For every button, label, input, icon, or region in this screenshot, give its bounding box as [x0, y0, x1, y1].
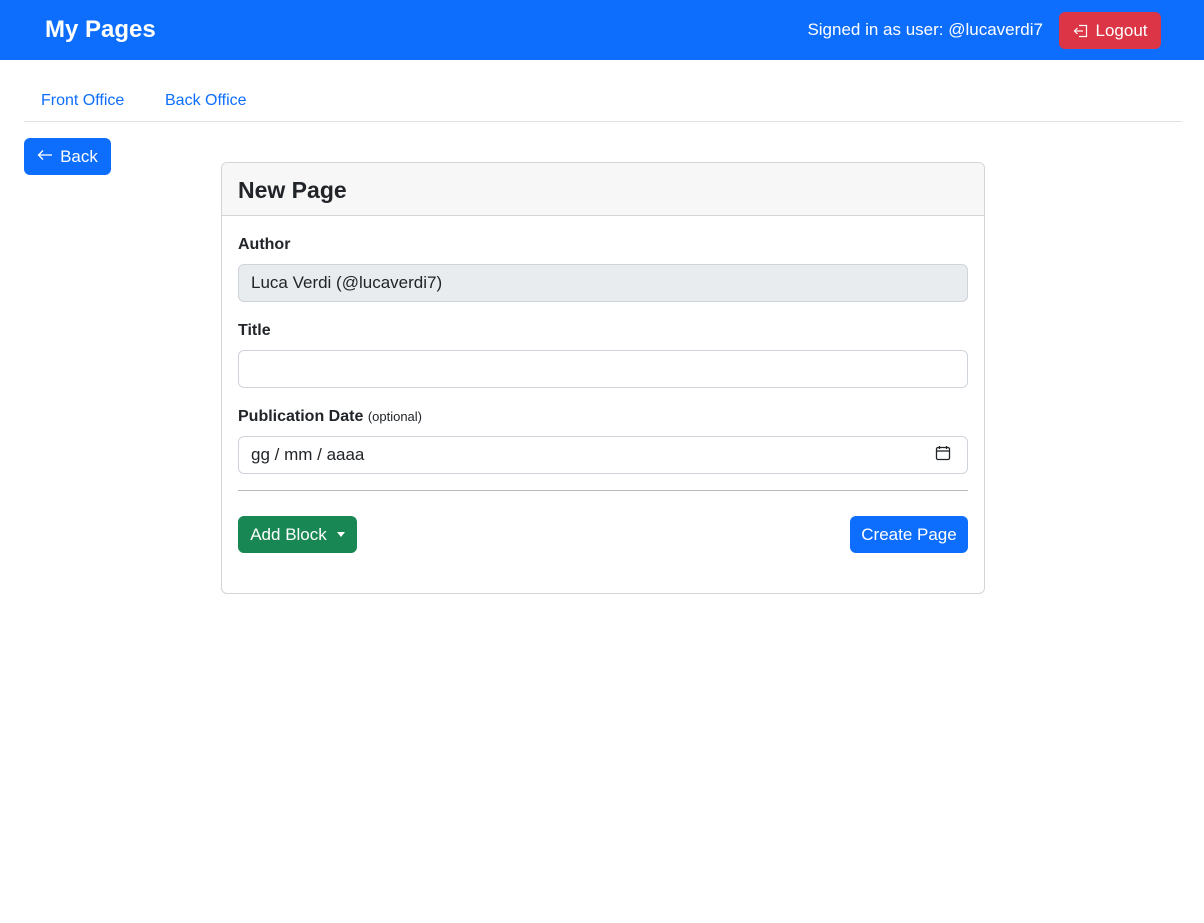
- back-label: Back: [60, 146, 98, 166]
- author-label: Author: [238, 236, 291, 253]
- add-block-dropdown-button[interactable]: Add Block: [238, 516, 357, 553]
- title-label: Title: [238, 322, 271, 339]
- arrow-left-icon: [37, 147, 53, 167]
- signed-in-text: Signed in as user: @lucaverdi7: [807, 20, 1043, 39]
- card-title: New Page: [238, 177, 347, 203]
- logout-label: Logout: [1095, 20, 1148, 40]
- brand-title[interactable]: My Pages: [45, 15, 156, 45]
- tab-back-office[interactable]: Back Office: [165, 91, 247, 111]
- calendar-icon[interactable]: [935, 445, 951, 466]
- form-divider: [238, 490, 968, 491]
- title-input[interactable]: [238, 350, 968, 388]
- top-navbar: My Pages Signed in as user: @lucaverdi7 …: [0, 0, 1204, 60]
- logout-icon: [1073, 23, 1089, 39]
- caret-down-icon: [336, 532, 345, 537]
- add-block-label: Add Block: [250, 524, 327, 544]
- author-field: Luca Verdi (@lucaverdi7): [238, 264, 968, 302]
- publication-date-label-text: Publication Date: [238, 408, 364, 425]
- office-tabs: Front Office Back Office: [24, 80, 1182, 122]
- new-page-card: New Page Author Luca Verdi (@lucaverdi7)…: [221, 162, 985, 594]
- date-placeholder: gg / mm / aaaa: [251, 445, 365, 464]
- tab-front-office[interactable]: Front Office: [41, 91, 124, 111]
- publication-date-label: Publication Date (optional): [238, 407, 422, 427]
- optional-hint: (optional): [367, 409, 423, 424]
- logout-button[interactable]: Logout: [1059, 12, 1161, 49]
- create-page-button[interactable]: Create Page: [850, 516, 968, 553]
- publication-date-input[interactable]: gg / mm / aaaa: [238, 436, 968, 474]
- author-value: Luca Verdi (@lucaverdi7): [251, 273, 443, 292]
- card-header: New Page: [222, 163, 984, 216]
- back-button[interactable]: Back: [24, 138, 111, 175]
